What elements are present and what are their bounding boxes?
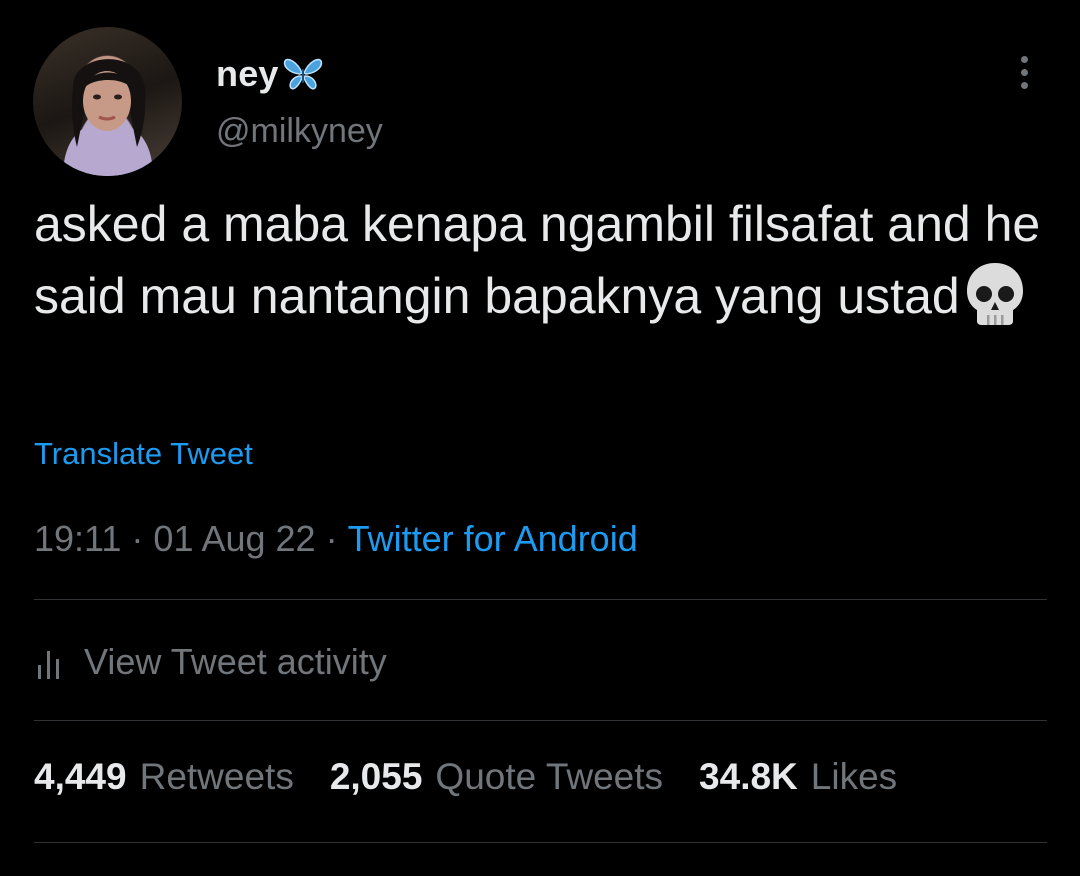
view-tweet-activity-label: View Tweet activity [84,641,387,682]
likes-stat[interactable]: 34.8K Likes [699,756,897,798]
likes-count: 34.8K [699,756,798,797]
quote-tweets-label: Quote Tweets [435,756,664,797]
meta-separator: · [325,518,338,559]
divider [34,720,1047,721]
quote-tweets-stat[interactable]: 2,055 Quote Tweets [330,756,663,798]
more-dot-icon [1020,68,1028,76]
display-name[interactable]: ney [216,53,279,95]
skull-icon [966,263,1023,325]
author-name-row[interactable]: ney [216,52,323,96]
tweet-text-container: asked a maba kenapa ngambil filsafat and… [34,188,1054,332]
likes-label: Likes [810,756,898,797]
view-tweet-activity-button[interactable]: View Tweet activity [34,636,387,688]
tweet-meta: 19:11 · 01 Aug 22 · Twitter for Android [34,518,638,560]
more-options-button[interactable] [1004,50,1044,94]
tweet-text: asked a maba kenapa ngambil filsafat and… [34,196,1041,324]
retweets-stat[interactable]: 4,449 Retweets [34,756,294,798]
divider [34,842,1047,843]
avatar[interactable] [33,27,182,176]
tweet-detail: ney @milkyney asked a maba kenapa ngambi… [0,0,1080,876]
engagement-stats: 4,449 Retweets 2,055 Quote Tweets 34.8K … [34,756,933,798]
bar-chart-icon [38,651,59,679]
tweet-date[interactable]: 01 Aug 22 [153,518,315,559]
more-dot-icon [1020,81,1028,89]
divider [34,599,1047,600]
butterfly-icon [283,58,322,90]
tweet-time[interactable]: 19:11 [34,518,121,559]
translate-tweet-link[interactable]: Translate Tweet [34,436,253,472]
user-handle[interactable]: @milkyney [216,112,383,151]
more-dot-icon [1020,55,1028,63]
retweets-label: Retweets [139,756,294,797]
retweets-count: 4,449 [34,756,127,797]
avatar-image [63,59,153,176]
quote-tweets-count: 2,055 [329,756,423,797]
tweet-source-link[interactable]: Twitter for Android [348,518,638,559]
meta-separator: · [131,518,144,559]
